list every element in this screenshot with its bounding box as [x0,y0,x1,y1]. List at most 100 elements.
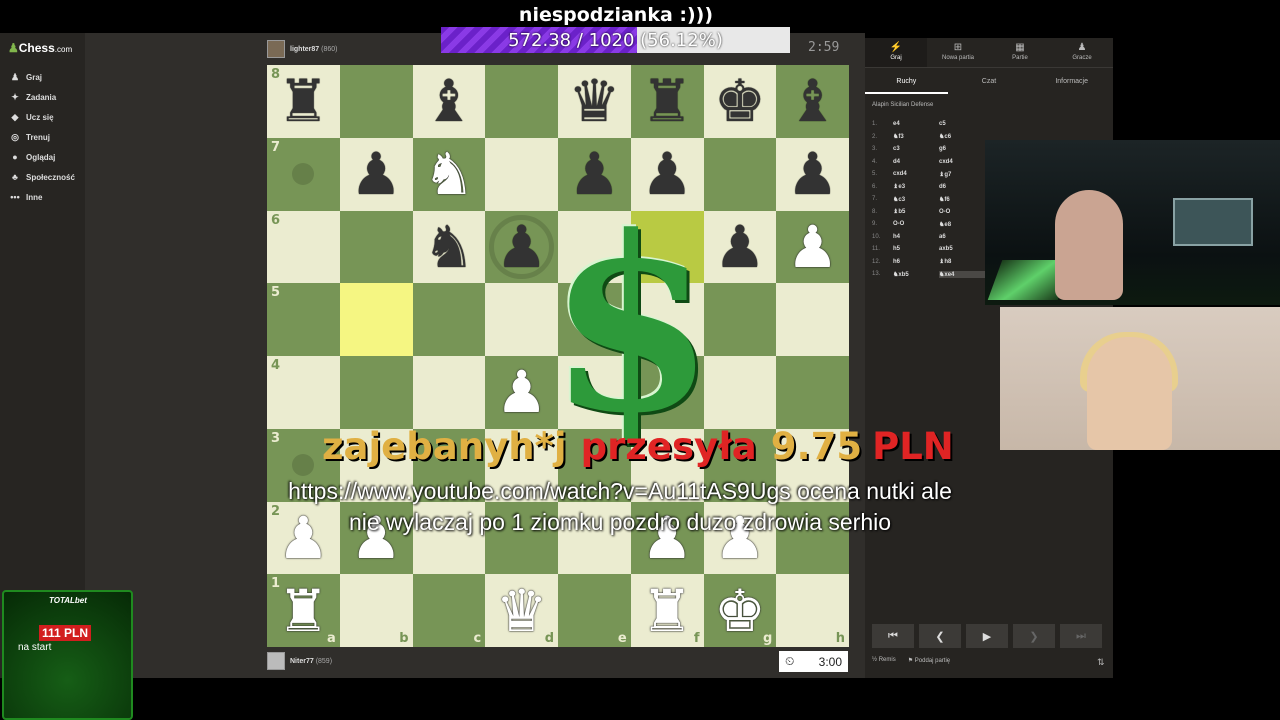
sidebar-item-1[interactable]: ♟ Graj [8,67,75,87]
square-a8[interactable]: 8 ♜ [267,65,340,138]
white-move[interactable]: ♝b5 [893,208,939,215]
white-pawn-icon[interactable]: ♟ [787,218,839,276]
sidebar-item-4[interactable]: ◎ Trenuj [8,127,75,147]
last-move-button[interactable]: ⏭ [1060,624,1102,648]
square-g8[interactable]: ♚ [703,65,777,138]
top-player-name[interactable]: lighter87 [290,46,319,53]
black-move[interactable]: ♞xe4 [939,270,985,278]
sidebar-item-3[interactable]: ◆ Ucz się [8,107,75,127]
sidebar-item-7[interactable]: ••• Inne [8,187,75,207]
white-move[interactable]: h4 [893,234,939,240]
square-d8[interactable] [485,65,558,138]
white-move[interactable]: h5 [893,246,939,252]
square-c4[interactable] [412,356,486,429]
black-move[interactable]: a6 [939,234,985,240]
black-move[interactable]: cxd4 [939,159,985,165]
black-rook-icon[interactable]: ♜ [277,72,329,130]
play-button[interactable]: ▶ [966,624,1008,648]
black-pawn-icon[interactable]: ♟ [350,145,402,203]
white-pawn-icon[interactable]: ♟ [496,363,548,421]
black-move[interactable]: ♞f6 [939,196,985,203]
black-move[interactable]: ♞c6 [939,133,985,140]
white-move[interactable]: ♞f3 [893,133,939,140]
white-move[interactable]: h6 [893,259,939,265]
black-move[interactable]: d6 [939,184,985,190]
square-h7[interactable]: ♟ [776,137,849,211]
black-move[interactable]: axb5 [939,246,985,252]
white-move[interactable]: d4 [893,159,939,165]
white-move[interactable]: O-O [893,221,939,227]
subtab-3[interactable]: Informacje [1030,68,1113,94]
draw-button[interactable]: ½ Remis [872,657,896,664]
sidebar-item-5[interactable]: ● Oglądaj [8,147,75,167]
square-c1[interactable]: c [412,574,486,647]
square-c8[interactable]: ♝ [412,65,486,138]
white-move[interactable]: cxd4 [893,171,939,177]
square-a6[interactable]: 6 [267,210,340,284]
white-move[interactable]: e4 [893,121,939,127]
black-move[interactable]: c5 [939,121,985,127]
bottom-player-name[interactable]: Niter77 [290,658,314,665]
square-b8[interactable] [339,65,413,138]
white-move[interactable]: ♞c3 [893,196,939,203]
next-move-button[interactable]: ❯ [1013,624,1055,648]
black-move[interactable]: ♝g7 [939,171,985,178]
square-h1[interactable]: h [776,574,849,647]
square-b1[interactable]: b [339,574,413,647]
square-c5[interactable] [412,283,486,356]
square-h6[interactable]: ♟ [776,210,849,284]
avatar[interactable] [267,652,285,670]
square-f8[interactable]: ♜ [630,65,704,138]
black-pawn-icon[interactable]: ♟ [714,218,766,276]
sidebar-item-2[interactable]: ✦ Zadania [8,87,75,107]
square-a1[interactable]: 1 a ♜ [267,574,340,647]
black-queen-icon[interactable]: ♛ [568,72,620,130]
white-rook-icon[interactable]: ♜ [277,582,329,640]
square-f1[interactable]: f ♜ [630,574,704,647]
square-b5[interactable] [339,283,413,356]
resign-button[interactable]: ⚑ Poddaj partię [908,657,950,664]
flip-board-icon[interactable]: ⇅ [1097,657,1105,668]
square-a4[interactable]: 4 [267,356,340,429]
square-b4[interactable] [339,356,413,429]
subtab-2[interactable]: Czat [948,68,1031,94]
square-c6[interactable]: ♞ [412,210,486,284]
chess-logo[interactable]: ♟Chess.com [8,41,72,55]
black-pawn-icon[interactable]: ♟ [787,145,839,203]
black-king-icon[interactable]: ♚ [714,72,766,130]
white-knight-icon[interactable]: ♞ [423,145,475,203]
white-queen-icon[interactable]: ♛ [496,582,548,640]
white-rook-icon[interactable]: ♜ [641,582,693,640]
square-e8[interactable]: ♛ [558,65,631,138]
black-move[interactable]: ♞e8 [939,221,985,228]
black-move[interactable]: g6 [939,146,985,152]
square-a7[interactable]: 7 [267,137,340,211]
sidebar-item-6[interactable]: ♣ Społeczność [8,167,75,187]
white-move[interactable]: ♝e3 [893,183,939,190]
black-rook-icon[interactable]: ♜ [641,72,693,130]
square-h4[interactable] [776,356,849,429]
white-move[interactable]: c3 [893,146,939,152]
black-knight-icon[interactable]: ♞ [423,218,475,276]
square-g1[interactable]: g ♚ [703,574,777,647]
square-h5[interactable] [776,283,849,356]
square-b7[interactable]: ♟ [339,137,413,211]
square-h8[interactable]: ♝ [776,65,849,138]
prev-move-button[interactable]: ❮ [919,624,961,648]
square-a5[interactable]: 5 [267,283,340,356]
first-move-button[interactable]: ⏮ [872,624,914,648]
square-e1[interactable]: e [558,574,631,647]
panel-tab-1[interactable]: ⚡ Graj [865,38,927,67]
square-b6[interactable] [339,210,413,284]
square-d1[interactable]: d ♛ [485,574,558,647]
panel-tab-2[interactable]: ⊞ Nowa partia [927,38,989,67]
panel-tab-3[interactable]: ▦ Partie [989,38,1051,67]
black-move[interactable]: O-O [939,209,985,215]
black-bishop-icon[interactable]: ♝ [423,72,475,130]
white-move[interactable]: ♞xb5 [893,271,939,278]
subtab-1[interactable]: Ruchy [865,68,948,94]
black-move[interactable]: ♝h8 [939,258,985,265]
black-bishop-icon[interactable]: ♝ [787,72,839,130]
white-king-icon[interactable]: ♚ [714,582,766,640]
avatar[interactable] [267,40,285,58]
